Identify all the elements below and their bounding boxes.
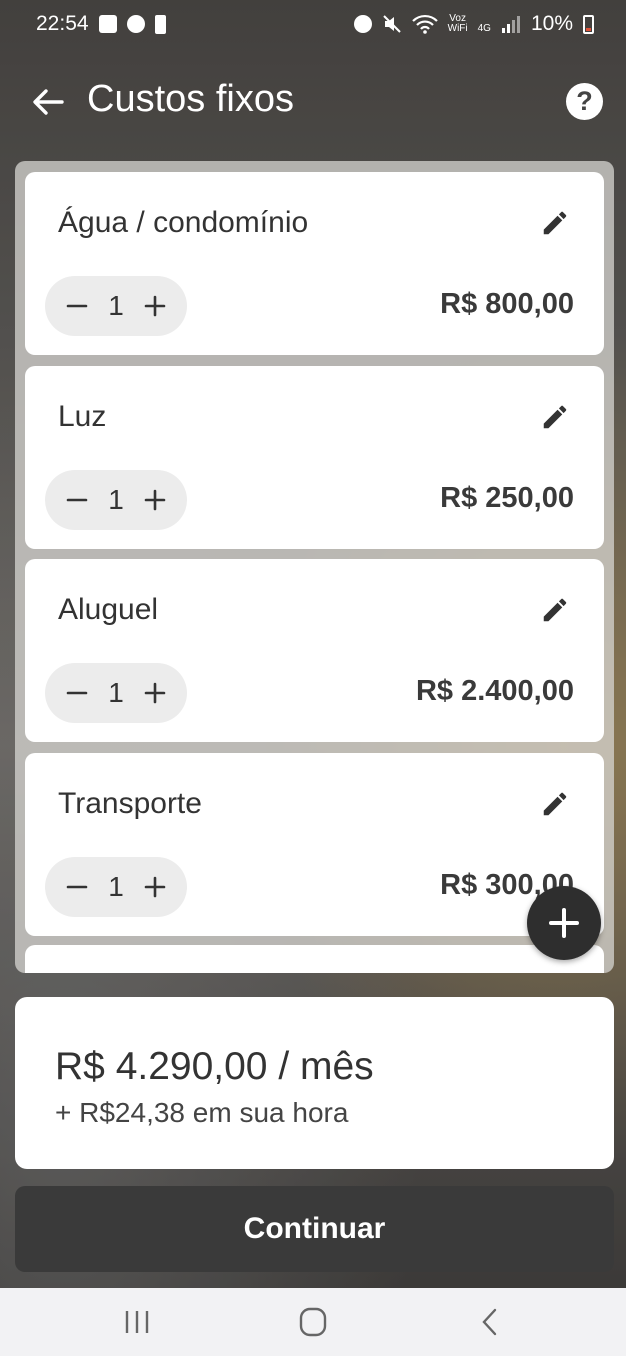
minus-icon[interactable] (63, 292, 91, 320)
battery-percent: 10% (530, 12, 573, 35)
arrow-left-icon[interactable] (30, 84, 66, 120)
cost-item-amount: R$ 2.400,00 (415, 675, 574, 707)
do-not-disturb-icon (126, 15, 145, 33)
voz-wifi-indicator: Voz WiFi (448, 14, 468, 34)
mute-icon (382, 15, 401, 33)
quantity-value: 1 (108, 290, 124, 321)
quantity-stepper: 1 (45, 470, 187, 530)
cost-item-partial[interactable] (25, 945, 604, 973)
plus-icon[interactable] (141, 679, 169, 707)
gallery-icon (98, 15, 117, 33)
continue-button[interactable]: Continuar (15, 1186, 614, 1272)
battery-icon (583, 14, 594, 34)
home-icon[interactable] (293, 1304, 333, 1340)
quantity-value: 1 (108, 677, 124, 708)
quantity-stepper: 1 (45, 663, 187, 723)
status-bar: 22:54 Voz WiFi 4G 10% (0, 0, 626, 48)
quantity-stepper: 1 (45, 276, 187, 336)
minus-icon[interactable] (63, 679, 91, 707)
minus-icon[interactable] (63, 486, 91, 514)
cost-item-name: Água / condomínio (58, 206, 309, 239)
network-type: 4G (477, 23, 491, 34)
plus-icon[interactable] (141, 873, 169, 901)
plus-icon[interactable] (141, 486, 169, 514)
back-icon[interactable] (470, 1304, 510, 1340)
page-title: Custos fixos (87, 78, 294, 120)
quantity-stepper: 1 (45, 857, 187, 917)
pencil-icon[interactable] (540, 595, 570, 625)
app-header: Custos fixos ? (0, 70, 626, 132)
cost-item[interactable]: Água / condomínio 1 R$ 800,00 (25, 172, 604, 355)
cost-item[interactable]: Transporte 1 R$ 300,00 (25, 753, 604, 936)
add-cost-button[interactable] (527, 886, 601, 960)
cost-item-amount: R$ 800,00 (440, 288, 574, 320)
total-per-hour: + R$24,38 em sua hora (55, 1097, 349, 1128)
quantity-value: 1 (108, 871, 124, 902)
add-icon (549, 908, 579, 938)
help-circle-icon[interactable]: ? (566, 83, 603, 120)
recent-apps-icon[interactable] (117, 1304, 157, 1340)
cost-item-name: Aluguel (58, 593, 159, 626)
total-per-month: R$ 4.290,00 / mês (55, 1045, 374, 1088)
cost-item-name: Transporte (58, 787, 202, 820)
pencil-icon[interactable] (540, 402, 570, 432)
cost-item-amount: R$ 250,00 (440, 482, 574, 514)
signal-icon (501, 16, 520, 33)
cost-item-name: Luz (58, 400, 107, 433)
totals-summary: R$ 4.290,00 / mês + R$24,38 em sua hora (15, 997, 614, 1169)
fixed-costs-list[interactable]: Água / condomínio 1 R$ 800,00 Luz 1 R$ 2… (15, 161, 614, 973)
wifi-label: WiFi (447, 23, 468, 34)
alarm-icon (353, 15, 372, 33)
status-right: Voz WiFi 4G 10% (353, 12, 594, 36)
wifi-icon (411, 14, 438, 34)
pencil-icon[interactable] (540, 789, 570, 819)
pencil-icon[interactable] (540, 208, 570, 238)
cost-item[interactable]: Luz 1 R$ 250,00 (25, 366, 604, 549)
system-nav-bar (0, 1288, 626, 1356)
quantity-value: 1 (108, 484, 124, 515)
status-left: 22:54 (36, 12, 166, 36)
minus-icon[interactable] (63, 873, 91, 901)
battery-saver-icon (154, 14, 166, 34)
cost-item[interactable]: Aluguel 1 R$ 2.400,00 (25, 559, 604, 742)
status-time: 22:54 (36, 12, 89, 35)
plus-icon[interactable] (141, 292, 169, 320)
